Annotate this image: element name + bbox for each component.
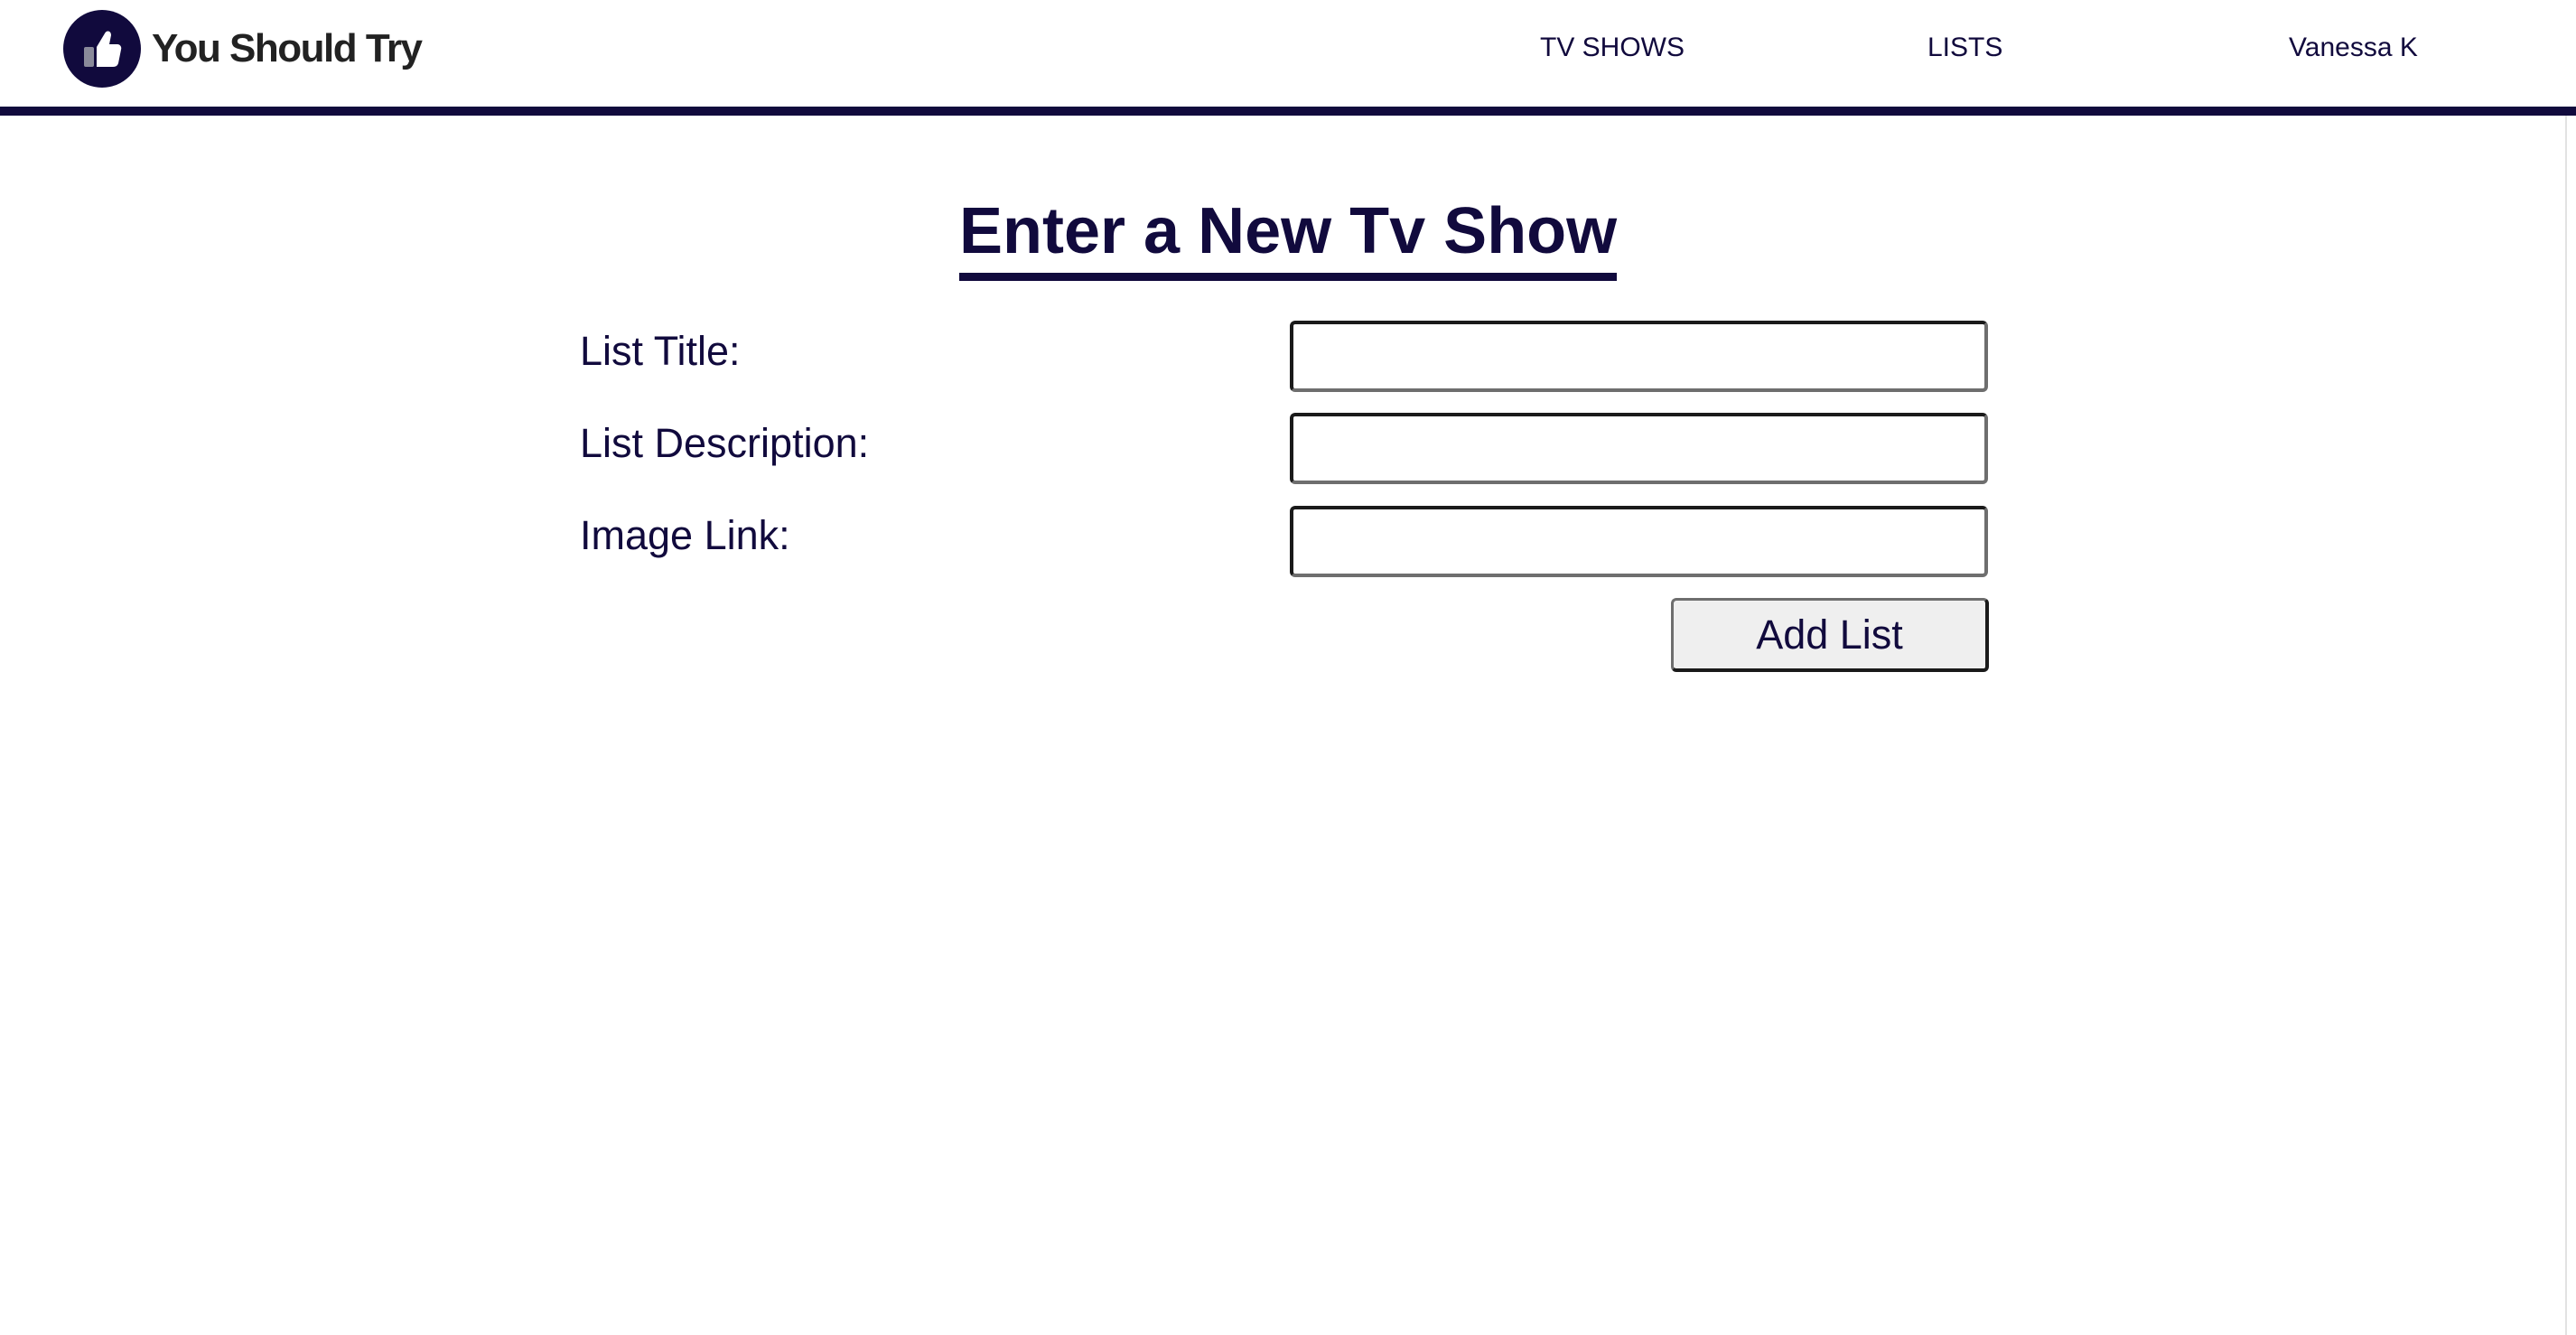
brand-name: You Should Try — [152, 26, 423, 70]
list-title-label: List Title: — [580, 328, 741, 374]
page-title: Enter a New Tv Show — [959, 191, 1618, 281]
nav-tv-shows-link[interactable]: TV SHOWS — [1540, 33, 1685, 63]
top-navbar: You Should Try TV SHOWS LISTS Vanessa K — [0, 0, 2576, 116]
add-list-button[interactable]: Add List — [1671, 598, 1989, 672]
image-link-input[interactable] — [1290, 506, 1988, 577]
brand-home-link[interactable]: You Should Try — [63, 10, 423, 88]
scrollbar-track — [2565, 116, 2567, 1335]
list-title-input[interactable] — [1290, 321, 1988, 392]
list-description-input[interactable] — [1290, 413, 1988, 484]
nav-user-link[interactable]: Vanessa K — [2289, 33, 2418, 63]
nav-lists-link[interactable]: LISTS — [1927, 33, 2002, 63]
list-description-label: List Description: — [580, 420, 870, 466]
image-link-label: Image Link: — [580, 512, 790, 558]
thumbs-up-icon — [63, 10, 141, 88]
